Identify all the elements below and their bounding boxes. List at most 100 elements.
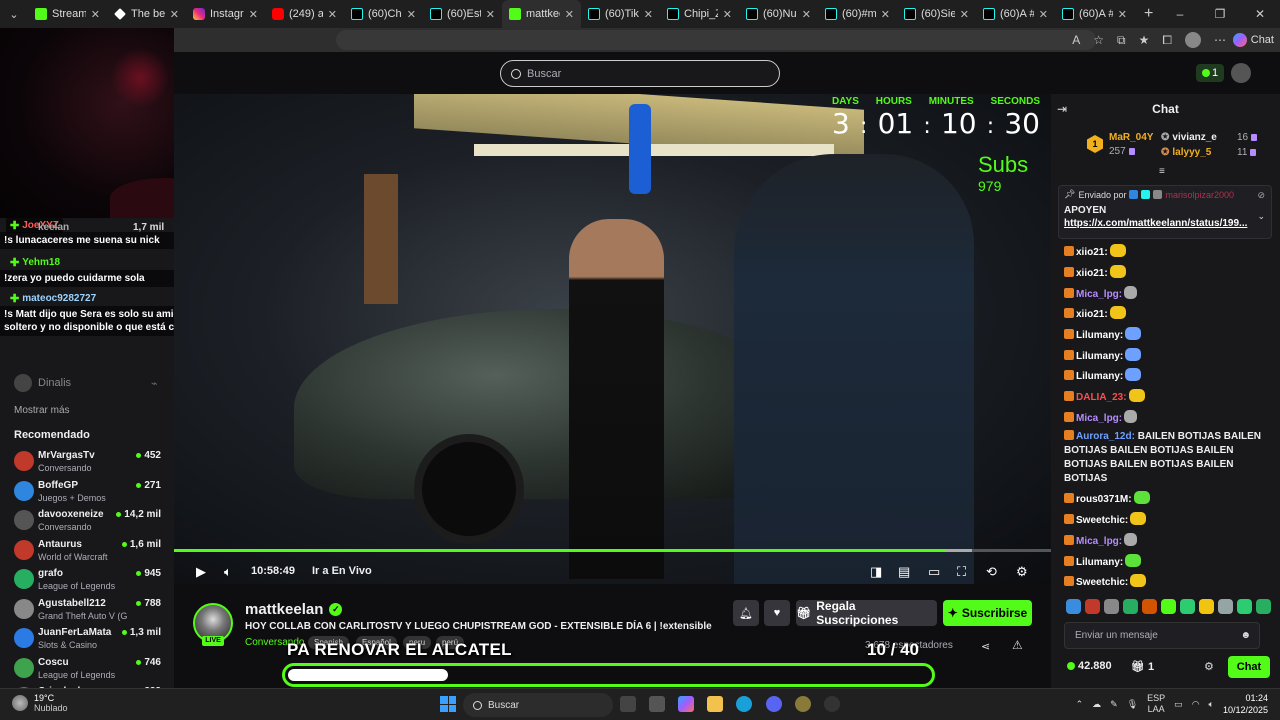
browser-tab[interactable]: (60)Chipi_Z ✕: [344, 0, 423, 28]
chat-message[interactable]: Lilumany:: [1064, 348, 1269, 364]
chat-settings-icon[interactable]: ⚙: [1204, 660, 1214, 673]
copilot-app-icon[interactable]: [678, 696, 694, 712]
chat-message[interactable]: Aurora_12d: BAILEN BOTIJAS BAILEN BOTIJA…: [1064, 430, 1269, 486]
chat-username[interactable]: xiio21:: [1076, 247, 1108, 258]
emote-icon[interactable]: [1085, 599, 1100, 614]
rewind-icon[interactable]: ⟲: [986, 564, 997, 580]
favorite-star-icon[interactable]: ☆: [1093, 33, 1104, 47]
browser-tab[interactable]: The best Ch ✕: [107, 0, 186, 28]
profile-avatar[interactable]: [1185, 32, 1201, 48]
close-tab-icon[interactable]: ✕: [1039, 8, 1048, 21]
chat-message[interactable]: DALIA_23:: [1064, 389, 1269, 405]
hide-pin-icon[interactable]: ⊘: [1257, 190, 1265, 201]
emote-icon[interactable]: [1256, 599, 1271, 614]
chat-message[interactable]: Lilumany:: [1064, 368, 1269, 384]
report-warning-icon[interactable]: ⚠: [1012, 638, 1023, 652]
chat-username[interactable]: DALIA_23:: [1076, 392, 1127, 403]
chat-message[interactable]: Mica_lpg:: [1064, 533, 1269, 549]
close-tab-icon[interactable]: ✕: [1118, 8, 1127, 21]
browser-tab[interactable]: (60)A #para ✕: [1055, 0, 1134, 28]
chevron-up-icon[interactable]: ⌃: [1076, 699, 1084, 710]
recommended-channel[interactable]: MrVargasTv Conversando 452: [14, 448, 164, 478]
emote-icon[interactable]: [1066, 599, 1081, 614]
theater-mode-icon[interactable]: ▭: [928, 564, 940, 580]
close-tab-icon[interactable]: ✕: [644, 8, 653, 21]
address-field[interactable]: [336, 30, 1096, 50]
chat-message[interactable]: Mica_lpg:: [1064, 410, 1269, 426]
language-indicator[interactable]: ESP LAA: [1147, 693, 1165, 715]
emote-icon[interactable]: [1104, 599, 1119, 614]
user-avatar[interactable]: [1231, 63, 1251, 83]
chat-message[interactable]: Sweetchic:: [1064, 512, 1269, 528]
send-chat-button[interactable]: Chat: [1228, 656, 1270, 678]
chat-message[interactable]: Sweetchic:: [1064, 574, 1269, 590]
clip-icon[interactable]: ▤: [898, 564, 910, 580]
close-tab-icon[interactable]: ✕: [960, 8, 969, 21]
channel-name[interactable]: mattkeelan ✓: [245, 601, 343, 618]
close-tab-icon[interactable]: ✕: [170, 8, 179, 21]
favorites-icon[interactable]: ★: [1139, 33, 1150, 47]
chat-message[interactable]: Lilumany:: [1064, 327, 1269, 343]
browser-tab[interactable]: Instagram ✕: [186, 0, 265, 28]
chat-message[interactable]: xiio21:: [1064, 306, 1269, 322]
obs-icon[interactable]: [824, 696, 840, 712]
browser-tab[interactable]: (60)Siempr ✕: [897, 0, 976, 28]
chat-message[interactable]: Mica_lpg:: [1064, 286, 1269, 302]
subscribe-button[interactable]: ✦ Suscribirse: [943, 600, 1032, 626]
edge-browser-icon[interactable]: [736, 696, 752, 712]
wifi-icon[interactable]: ◠: [1192, 699, 1200, 710]
fullscreen-icon[interactable]: ⛶: [957, 564, 966, 580]
emoji-picker-icon[interactable]: ☻: [1240, 623, 1251, 648]
close-tab-icon[interactable]: ✕: [565, 8, 574, 21]
emote-icon[interactable]: [1218, 599, 1233, 614]
close-tab-icon[interactable]: ✕: [328, 8, 337, 21]
chat-username[interactable]: Lilumany:: [1076, 557, 1123, 568]
collections-icon[interactable]: ⧠: [1162, 33, 1172, 48]
chat-username[interactable]: Mica_lpg:: [1076, 289, 1122, 300]
emote-icon[interactable]: [1199, 599, 1214, 614]
close-tab-icon[interactable]: ✕: [881, 8, 890, 21]
settings-gear-icon[interactable]: ⚙: [1016, 564, 1028, 580]
go-live-button[interactable]: Ir a En Vivo: [312, 565, 372, 577]
tab-actions-menu[interactable]: ⌄: [0, 0, 28, 28]
channel-points[interactable]: 42.880: [1067, 660, 1112, 672]
recommended-channel[interactable]: grafo League of Legends 945: [14, 566, 164, 596]
discord-icon[interactable]: [766, 696, 782, 712]
minimize-button[interactable]: –: [1160, 0, 1200, 28]
chat-username[interactable]: xiio21:: [1076, 309, 1108, 320]
close-tab-icon[interactable]: ✕: [407, 8, 416, 21]
browser-tab[interactable]: Chipi_Zen (✕: [660, 0, 739, 28]
chat-message[interactable]: xiio21:: [1064, 265, 1269, 281]
close-window-button[interactable]: ✕: [1240, 0, 1280, 28]
search-input[interactable]: Buscar: [500, 60, 780, 87]
sidebar-item-dinalis[interactable]: Dinalis ⌁: [14, 374, 158, 392]
close-tab-icon[interactable]: ✕: [723, 8, 732, 21]
gift-subs-button[interactable]: 🎁︎ Regala Suscripciones: [796, 599, 937, 627]
browser-tab[interactable]: (60)Nuevo ✕: [739, 0, 818, 28]
chat-username[interactable]: Lilumany:: [1076, 371, 1123, 382]
browser-tab[interactable]: (60)TikTok ✕: [581, 0, 660, 28]
browser-tab[interactable]: (60)#mattk ✕: [818, 0, 897, 28]
chevron-down-icon[interactable]: ⌄: [1257, 211, 1265, 222]
chat-username[interactable]: Lilumany:: [1076, 330, 1123, 341]
close-tab-icon[interactable]: ✕: [91, 8, 100, 21]
mini-player-icon[interactable]: ◨: [870, 564, 882, 580]
emote-icon[interactable]: [1161, 599, 1176, 614]
store-icon[interactable]: [649, 696, 665, 712]
recommended-channel[interactable]: davooxeneize Conversando 14,2 mil: [14, 507, 164, 537]
more-menu-icon[interactable]: ⋯: [1214, 33, 1226, 47]
weather-widget[interactable]: 19°C Nublado: [12, 693, 68, 713]
chat-message[interactable]: xiio21:: [1064, 244, 1269, 260]
extensions-icon[interactable]: ⧉: [1117, 33, 1126, 48]
pinned-message[interactable]: 📌︎ Enviado por marisolpizar2000 APOYEN h…: [1058, 185, 1272, 239]
recommended-channel[interactable]: Agustabell212 Grand Theft Auto V (G... 788: [14, 596, 164, 626]
clock[interactable]: 01:24 10/12/2025: [1223, 692, 1268, 716]
emote-icon[interactable]: [1237, 599, 1252, 614]
chat-username[interactable]: Sweetchic:: [1076, 515, 1128, 526]
microphone-icon[interactable]: 🎙︎: [1127, 699, 1138, 710]
chat-username[interactable]: Lilumany:: [1076, 351, 1123, 362]
emote-icon[interactable]: [1123, 599, 1138, 614]
chat-username[interactable]: Mica_lpg:: [1076, 536, 1122, 547]
chat-username[interactable]: Sweetchic:: [1076, 577, 1128, 588]
recommended-channel[interactable]: JuanFerLaMata Slots & Casino 1,3 mil: [14, 625, 164, 655]
